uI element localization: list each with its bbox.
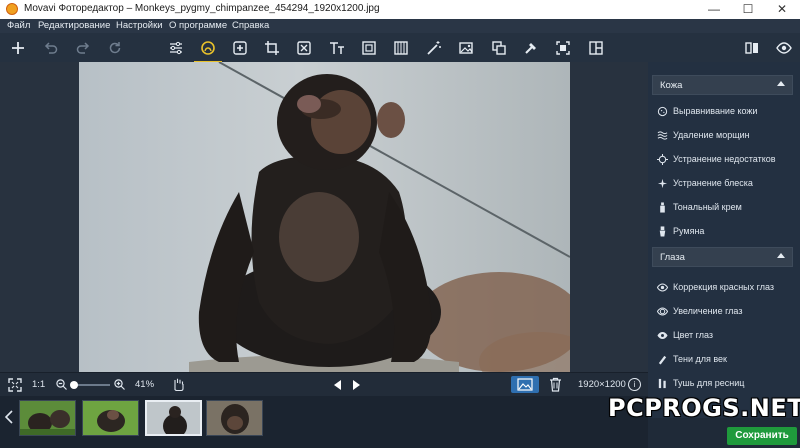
foundation-icon (656, 201, 668, 213)
preview-eye-icon[interactable] (772, 37, 796, 59)
hand-pan-icon[interactable] (171, 377, 185, 391)
tool-wrinkle-removal[interactable]: Удаление морщин (652, 126, 796, 144)
canvas-area[interactable] (0, 62, 648, 372)
tool-blemish-removal[interactable]: Устранение недостатков (652, 150, 796, 168)
menu-item-file[interactable]: Файл (7, 20, 30, 31)
menu-item-edit[interactable]: Редактирование (38, 20, 110, 31)
info-icon[interactable]: i (628, 378, 641, 391)
menu-item-help[interactable]: Справка (232, 20, 269, 31)
zoom-in-icon[interactable] (114, 379, 125, 390)
tool-foundation[interactable]: Тональный крем (652, 198, 796, 216)
thumbnail-3-selected[interactable] (145, 400, 202, 436)
select-icon[interactable] (551, 37, 575, 59)
chimpanzee-image (189, 62, 570, 372)
tool-blush[interactable]: Румяна (652, 222, 796, 240)
thumbnail-1[interactable] (19, 400, 76, 436)
eyeshadow-icon (656, 353, 668, 365)
mascara-icon (656, 377, 668, 389)
app-logo-icon (6, 3, 18, 15)
close-button[interactable]: ✕ (765, 0, 799, 19)
retouch-panel: Кожа Выравнивание кожи Удаление морщин У… (648, 62, 800, 418)
status-bar: 1:1 41% 1920×1200 i (0, 372, 648, 397)
title-bar: Movavi Фоторедактор – Monkeys_pygmy_chim… (0, 0, 800, 19)
tool-shine-removal[interactable]: Устранение блеска (652, 174, 796, 192)
menu-item-about[interactable]: О программе (169, 20, 227, 31)
zoom-slider[interactable] (70, 381, 110, 389)
gallery-icon (517, 378, 533, 391)
collapse-icon (777, 81, 785, 86)
menu-bar: Файл Редактирование Настройки О программ… (0, 19, 800, 33)
plus-icon[interactable] (6, 37, 30, 59)
split-icon[interactable] (584, 37, 608, 59)
fit-screen-icon[interactable] (8, 378, 22, 392)
tool-skin-smoothing[interactable]: Выравнивание кожи (652, 102, 796, 120)
thumbnail-4[interactable] (206, 400, 263, 436)
retouch-icon[interactable] (194, 37, 222, 63)
collapse-icon (777, 253, 785, 258)
red-eye-icon (656, 281, 668, 293)
crop-icon[interactable] (260, 37, 284, 59)
text-icon[interactable] (325, 37, 349, 59)
stamp-icon[interactable] (519, 37, 543, 59)
zoom-out-icon[interactable] (56, 379, 67, 390)
maximize-button[interactable]: ☐ (731, 0, 765, 19)
thumbnail-image (207, 401, 262, 435)
undo-icon[interactable] (39, 37, 63, 59)
minimize-button[interactable]: — (697, 0, 731, 19)
skin-smooth-icon (656, 105, 668, 117)
object-removal-icon[interactable] (292, 37, 316, 59)
zoom-percent: 41% (135, 379, 155, 390)
wrinkle-icon (656, 129, 668, 141)
blemish-icon (656, 153, 668, 165)
reset-icon[interactable] (103, 37, 127, 59)
shine-icon (656, 177, 668, 189)
filmstrip-scroll-left-icon[interactable] (5, 410, 13, 424)
compare-icon[interactable] (740, 37, 764, 59)
next-image-icon[interactable] (352, 380, 361, 390)
thumbnail-2[interactable] (82, 400, 139, 436)
section-skin-title: Кожа (660, 80, 683, 91)
tool-eye-color[interactable]: Цвет глаз (652, 326, 796, 344)
section-eyes-title: Глаза (660, 252, 685, 263)
tool-eyeshadow[interactable]: Тени для век (652, 350, 796, 368)
magic-wand-icon[interactable] (422, 37, 446, 59)
toolbar (0, 33, 800, 63)
menu-item-settings[interactable]: Настройки (116, 20, 163, 31)
actual-size-button[interactable]: 1:1 (32, 379, 45, 390)
frame-icon[interactable] (357, 37, 381, 59)
tool-eye-enlarge[interactable]: Увеличение глаз (652, 302, 796, 320)
tool-red-eye[interactable]: Коррекция красных глаз (652, 278, 796, 296)
thumbnail-image (147, 402, 200, 434)
redo-icon[interactable] (71, 37, 95, 59)
trash-icon[interactable] (549, 377, 562, 392)
section-skin-header[interactable]: Кожа (652, 75, 793, 95)
image-icon[interactable] (454, 37, 478, 59)
image-dimensions: 1920×1200 (578, 379, 626, 390)
save-button[interactable]: Сохранить (727, 427, 797, 445)
filter-icon[interactable] (389, 37, 413, 59)
prev-image-icon[interactable] (333, 380, 342, 390)
adjust-icon[interactable] (164, 37, 188, 59)
eye-color-icon (656, 329, 668, 341)
thumbnail-image (20, 401, 75, 435)
filmstrip (0, 396, 648, 448)
tool-mascara[interactable]: Тушь для ресниц (652, 374, 796, 392)
photo-chimpanzee[interactable] (79, 62, 570, 372)
enhance-icon[interactable] (228, 37, 252, 59)
watermark-text: PCPROGS.NET (608, 394, 800, 422)
thumbnail-image (83, 401, 138, 435)
blush-icon (656, 225, 668, 237)
window-title: Movavi Фоторедактор – Monkeys_pygmy_chim… (24, 3, 380, 14)
section-eyes-header[interactable]: Глаза (652, 247, 793, 267)
replace-background-icon[interactable] (487, 37, 511, 59)
zoom-slider-handle[interactable] (70, 381, 79, 389)
filmstrip-toggle-button[interactable] (511, 376, 539, 393)
eye-enlarge-icon (656, 305, 668, 317)
